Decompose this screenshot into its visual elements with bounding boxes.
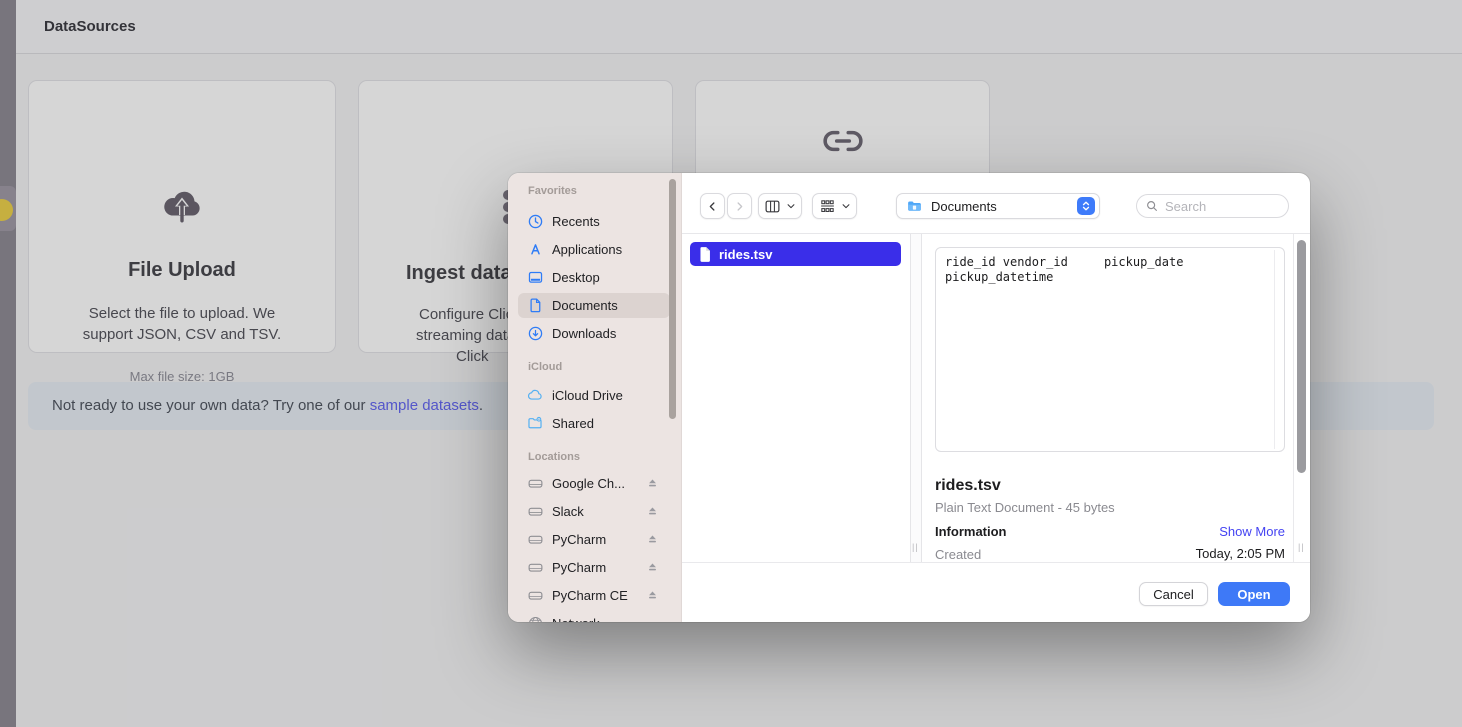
preview-line-1: ride_id vendor_id pickup_date [945, 255, 1183, 269]
column-resize-handle[interactable]: || [912, 542, 919, 552]
location-dropdown[interactable]: Documents [896, 193, 1100, 219]
preview-scrollbar-track [1274, 250, 1275, 449]
dialog-footer: Cancel Open [682, 562, 1310, 622]
column-view-icon [764, 198, 781, 215]
eject-icon[interactable] [645, 476, 660, 491]
sidebar-item-google-chrome[interactable]: Google Ch... [518, 471, 670, 496]
created-label: Created [935, 547, 981, 562]
appstore-icon [526, 241, 544, 259]
sidebar-item-label: Desktop [552, 270, 600, 285]
show-more-link[interactable]: Show More [1219, 524, 1285, 539]
preview-file-meta: Plain Text Document - 45 bytes [935, 500, 1115, 515]
sidebar-item-label: iCloud Drive [552, 388, 623, 403]
column-divider[interactable]: || [910, 234, 922, 562]
harddrive-icon [526, 559, 544, 577]
sidebar-scrollbar[interactable] [669, 179, 676, 419]
sidebar-item-label: Recents [552, 214, 600, 229]
sidebar-item-label: Slack [552, 504, 584, 519]
sidebar-item-label: Documents [552, 298, 618, 313]
search-field[interactable] [1136, 194, 1289, 218]
sidebar-item-downloads[interactable]: Downloads [518, 321, 670, 346]
sidebar-item-label: Applications [552, 242, 622, 257]
file-icon [698, 246, 712, 263]
stepper-icon[interactable] [1077, 197, 1095, 215]
preview-pane: ride_id vendor_id pickup_date pickup_dat… [922, 234, 1293, 562]
chevron-down-icon [841, 201, 851, 211]
vertical-scrollbar[interactable] [1297, 240, 1306, 473]
downloads-icon [526, 325, 544, 343]
column-view-button[interactable] [758, 193, 802, 219]
sidebar-item-pycharm-2[interactable]: PyCharm [518, 555, 670, 580]
eject-icon[interactable] [645, 588, 660, 603]
information-label: Information [935, 524, 1007, 539]
sidebar-item-label: Shared [552, 416, 594, 431]
search-icon [1145, 199, 1159, 213]
sidebar-item-shared[interactable]: Shared [518, 411, 670, 436]
globe-icon [526, 615, 544, 623]
sidebar-item-label: Network [552, 616, 600, 622]
chevron-left-icon [706, 200, 719, 213]
file-content-preview: ride_id vendor_id pickup_date pickup_dat… [935, 247, 1285, 452]
eject-icon[interactable] [645, 532, 660, 547]
chevron-down-icon [786, 201, 796, 211]
file-name: rides.tsv [719, 247, 772, 262]
group-view-button[interactable] [812, 193, 857, 219]
sidebar-item-label: Downloads [552, 326, 616, 341]
sidebar-item-slack[interactable]: Slack [518, 499, 670, 524]
sidebar-item-desktop[interactable]: Desktop [518, 265, 670, 290]
finder-sidebar: Favorites Recents Applications Desktop D… [508, 173, 682, 622]
file-row-rides-tsv[interactable]: rides.tsv [690, 242, 901, 266]
sidebar-item-documents[interactable]: Documents [518, 293, 670, 318]
icloud-section-label: iCloud [528, 361, 562, 373]
forward-button[interactable] [727, 193, 752, 219]
sidebar-item-recents[interactable]: Recents [518, 209, 670, 234]
sidebar-item-label: Google Ch... [552, 476, 625, 491]
folder-icon [905, 198, 924, 215]
harddrive-icon [526, 531, 544, 549]
sidebar-item-applications[interactable]: Applications [518, 237, 670, 262]
file-list-column: rides.tsv [682, 234, 910, 562]
location-label: Documents [931, 199, 1077, 214]
preview-file-name: rides.tsv [935, 477, 1001, 495]
harddrive-icon [526, 503, 544, 521]
sidebar-item-icloud-drive[interactable]: iCloud Drive [518, 383, 670, 408]
clock-icon [526, 213, 544, 231]
eject-icon[interactable] [645, 560, 660, 575]
created-value: Today, 2:05 PM [1196, 546, 1285, 561]
locations-section-label: Locations [528, 451, 580, 463]
harddrive-icon [526, 587, 544, 605]
sidebar-item-pycharm-ce[interactable]: PyCharm CE [518, 583, 670, 608]
sidebar-item-label: PyCharm CE [552, 588, 628, 603]
open-button[interactable]: Open [1218, 582, 1290, 606]
sidebar-item-pycharm-1[interactable]: PyCharm [518, 527, 670, 552]
cancel-button[interactable]: Cancel [1139, 582, 1208, 606]
chevron-right-icon [733, 200, 746, 213]
column-resize-handle[interactable]: || [1298, 542, 1305, 552]
preview-text: ride_id vendor_id pickup_date pickup_dat… [945, 255, 1183, 285]
open-file-dialog: Favorites Recents Applications Desktop D… [508, 173, 1310, 622]
sidebar-item-network[interactable]: Network [518, 611, 670, 622]
eject-icon[interactable] [645, 504, 660, 519]
sidebar-item-label: PyCharm [552, 532, 606, 547]
document-icon [526, 297, 544, 315]
group-view-icon [819, 198, 836, 215]
shared-folder-icon [526, 415, 544, 433]
harddrive-icon [526, 475, 544, 493]
search-input[interactable] [1165, 199, 1275, 214]
preview-line-2: pickup_datetime [945, 270, 1053, 284]
desktop-icon [526, 269, 544, 287]
back-button[interactable] [700, 193, 725, 219]
sidebar-item-label: PyCharm [552, 560, 606, 575]
cloud-icon [526, 387, 544, 405]
favorites-section-label: Favorites [528, 185, 577, 197]
preview-scroll-area: || [1293, 234, 1310, 562]
